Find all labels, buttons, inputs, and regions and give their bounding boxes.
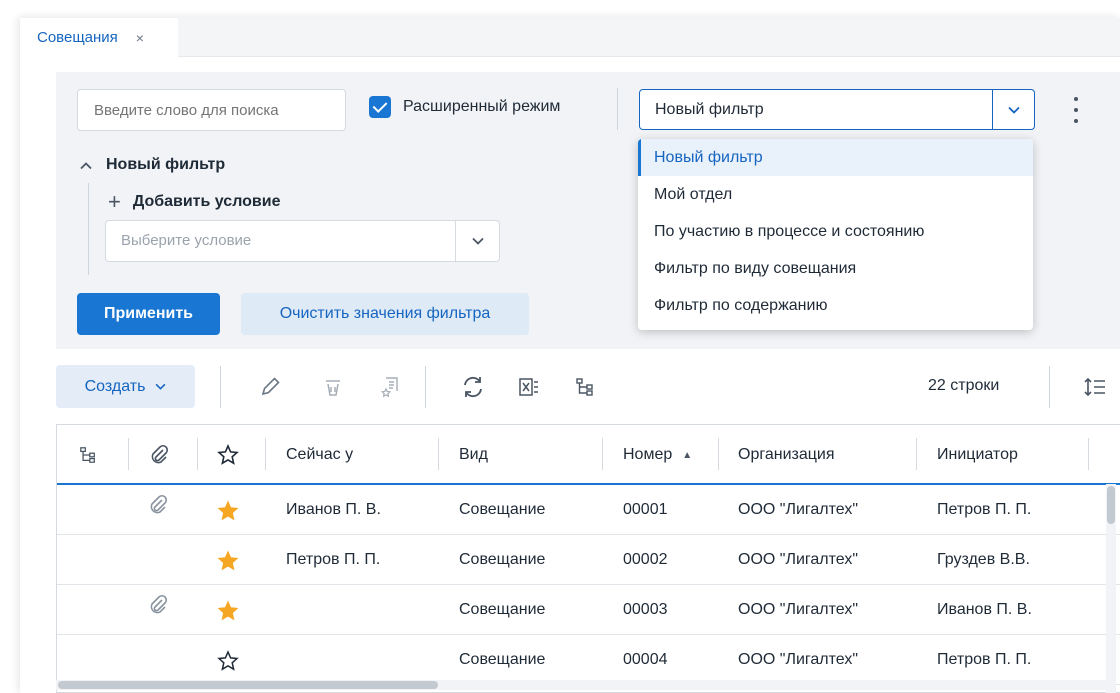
column-initiator[interactable]: Инициатор [937, 425, 1018, 485]
cell-initiator: Иванов П. В. [937, 601, 1032, 618]
horizontal-scrollbar[interactable] [56, 680, 1106, 690]
cell-kind: Совещание [459, 551, 546, 568]
row-density-icon[interactable] [1080, 372, 1110, 402]
star-filled-icon[interactable] [217, 500, 239, 524]
vertical-scrollbar[interactable] [1106, 484, 1116, 693]
filter-select[interactable]: Новый фильтр [639, 89, 1035, 130]
table-row[interactable]: Иванов П. В. Совещание 00001 ООО "Лигалтех"… [57, 486, 1120, 535]
column-divider [128, 438, 129, 470]
column-organization[interactable]: Организация [738, 425, 835, 485]
tab-close-icon[interactable]: × [136, 30, 144, 46]
delete-icon[interactable] [318, 372, 348, 402]
more-menu-icon[interactable] [1068, 95, 1084, 125]
attachment-icon[interactable] [148, 594, 168, 618]
filter-select-value: Новый фильтр [655, 101, 764, 118]
excel-export-icon[interactable] [514, 372, 544, 402]
cell-organization: ООО "Лигалтех" [738, 551, 858, 568]
column-divider [265, 438, 266, 470]
tree-line [88, 183, 89, 275]
favorite-list-icon[interactable] [376, 372, 406, 402]
menu-item-my-department[interactable]: Мой отдел [638, 176, 1033, 213]
column-divider [197, 438, 198, 470]
divider [617, 88, 618, 130]
attachment-icon[interactable] [149, 425, 169, 485]
tab-bar [20, 18, 1120, 57]
column-divider [438, 438, 439, 470]
chevron-up-icon[interactable] [80, 158, 92, 173]
scroll-thumb[interactable] [1107, 486, 1115, 524]
cell-now-at: Иванов П. В. [286, 501, 381, 518]
chevron-down-icon[interactable] [455, 221, 499, 261]
star-icon[interactable] [217, 650, 239, 674]
column-divider [916, 438, 917, 470]
cell-number: 00003 [623, 601, 668, 618]
add-condition-label: Добавить условие [132, 193, 281, 210]
condition-select[interactable]: Выберите условие [105, 220, 500, 262]
star-filled-icon[interactable] [217, 550, 239, 574]
tab-title: Совещания [37, 29, 118, 46]
cell-number: 00002 [623, 551, 668, 568]
star-filled-icon[interactable] [217, 600, 239, 624]
cell-organization: ООО "Лигалтех" [738, 501, 858, 518]
advanced-mode-label: Расширенный режим [403, 98, 561, 115]
column-number[interactable]: Номер ▲ [623, 425, 692, 485]
search-input[interactable] [77, 89, 346, 131]
column-now-at[interactable]: Сейчас у [286, 425, 353, 485]
table-row[interactable]: Петров П. П. Совещание 00002 ООО "Лигалтех"… [57, 536, 1120, 585]
toolbar-divider [220, 366, 221, 408]
menu-item-process-state[interactable]: По участию в процессе и состоянию [638, 213, 1033, 250]
menu-item-meeting-kind[interactable]: Фильтр по виду совещания [638, 250, 1033, 287]
table-row[interactable]: Совещание 00004 ООО "Лигалтех" Петров П. П. [57, 636, 1120, 685]
table-row[interactable]: Совещание 00003 ООО "Лигалтех" Иванов П. В. [57, 586, 1120, 635]
cell-initiator: Петров П. П. [937, 501, 1032, 518]
advanced-mode-toggle[interactable]: Расширенный режим [369, 96, 560, 118]
apply-button[interactable]: Применить [77, 293, 220, 335]
cell-kind: Совещание [459, 601, 546, 618]
chevron-down-icon[interactable] [992, 90, 1034, 129]
cell-initiator: Петров П. П. [937, 651, 1032, 668]
scroll-thumb[interactable] [58, 681, 438, 689]
cell-number: 00004 [623, 651, 668, 668]
cell-number: 00001 [623, 501, 668, 518]
cell-kind: Совещание [459, 651, 546, 668]
filter-tree-header[interactable]: Новый фильтр [80, 156, 225, 174]
column-divider [602, 438, 603, 470]
column-number-label: Номер [623, 446, 673, 463]
attachment-icon[interactable] [148, 494, 168, 518]
hierarchy-icon[interactable] [570, 372, 600, 402]
cell-organization: ООО "Лигалтех" [738, 601, 858, 618]
menu-item-new-filter[interactable]: Новый фильтр [638, 139, 1033, 176]
meetings-table: Сейчас у Вид Номер ▲ Организация Инициат… [56, 424, 1120, 693]
star-icon[interactable] [217, 425, 239, 485]
toolbar-divider [425, 366, 426, 408]
cell-kind: Совещание [459, 501, 546, 518]
row-count: 22 строки [928, 377, 1000, 394]
cell-initiator: Груздев В.В. [937, 551, 1030, 568]
hierarchy-icon[interactable] [79, 425, 97, 485]
plus-icon: + [108, 189, 121, 214]
filter-dropdown-menu: Новый фильтр Мой отдел По участию в проц… [638, 139, 1033, 330]
menu-item-content[interactable]: Фильтр по содержанию [638, 287, 1033, 324]
cell-organization: ООО "Лигалтех" [738, 651, 858, 668]
advanced-mode-checkbox[interactable] [369, 96, 391, 118]
refresh-icon[interactable] [458, 372, 488, 402]
create-button[interactable]: Создать [56, 365, 195, 408]
clear-filter-button[interactable]: Очистить значения фильтра [241, 293, 529, 335]
sort-asc-icon[interactable]: ▲ [682, 450, 692, 461]
column-divider [1088, 438, 1089, 470]
edit-icon[interactable] [255, 372, 285, 402]
condition-placeholder: Выберите условие [121, 232, 252, 249]
cell-now-at: Петров П. П. [286, 551, 381, 568]
column-divider [718, 438, 719, 470]
chevron-down-icon [155, 381, 166, 393]
filter-tree-title: Новый фильтр [106, 156, 226, 173]
tab-meetings[interactable]: Совещания × [20, 18, 178, 57]
toolbar-divider [1049, 366, 1050, 408]
column-kind[interactable]: Вид [459, 425, 488, 485]
table-header: Сейчас у Вид Номер ▲ Организация Инициат… [57, 425, 1120, 485]
create-label: Создать [84, 377, 146, 395]
add-condition-button[interactable]: + Добавить условие [108, 189, 281, 214]
